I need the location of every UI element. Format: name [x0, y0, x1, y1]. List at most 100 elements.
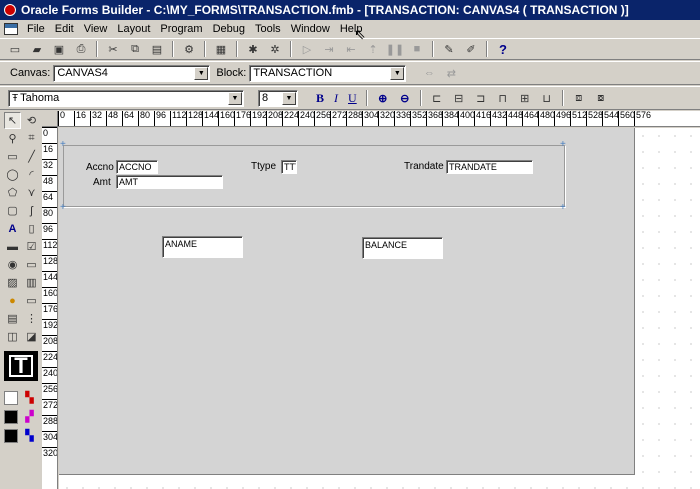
align-top-icon[interactable]: ⊓: [494, 90, 512, 106]
font-select[interactable]: Ŧ Tahoma ▼: [8, 89, 244, 107]
menu-edit[interactable]: Edit: [50, 23, 79, 35]
stacked-canvas-icon[interactable]: ◪: [23, 328, 40, 345]
save-icon[interactable]: ▣: [50, 41, 68, 57]
line-color-swatch[interactable]: [4, 410, 18, 424]
copy-icon[interactable]: ⧉: [126, 41, 144, 57]
group-icon[interactable]: ⧈: [570, 90, 588, 106]
reshape-icon[interactable]: ⌗: [23, 130, 40, 147]
ttype-field[interactable]: TTYPE: [281, 160, 297, 174]
align-right-icon[interactable]: ⊐: [472, 90, 490, 106]
toolbar-separator: [365, 90, 368, 106]
stop-icon[interactable]: ■: [408, 41, 426, 57]
bold-button[interactable]: B: [316, 91, 324, 106]
align-bottom-icon[interactable]: ⊔: [538, 90, 556, 106]
line-color-icon[interactable]: ▞: [21, 408, 38, 425]
document-window-icon[interactable]: [4, 23, 18, 35]
cut-icon[interactable]: ✂: [104, 41, 122, 57]
balance-field[interactable]: BALANCE: [362, 237, 443, 259]
rotate-icon[interactable]: ⟲: [23, 112, 40, 129]
menu-view[interactable]: View: [79, 23, 113, 35]
frame-handle[interactable]: +: [60, 203, 66, 213]
font-size-select[interactable]: 8 ▼: [258, 89, 298, 107]
checkbox-icon[interactable]: ☑: [23, 238, 40, 255]
step-over-icon[interactable]: ⇤: [342, 41, 360, 57]
button-icon[interactable]: ▬: [4, 238, 21, 255]
text-label-icon[interactable]: A: [4, 220, 21, 237]
amt-field[interactable]: AMT: [116, 175, 223, 189]
block-select[interactable]: TRANSACTION ▼: [249, 64, 407, 82]
compile-icon[interactable]: ⚙: [180, 41, 198, 57]
sync-block-icon[interactable]: ⇄: [442, 65, 460, 81]
frame-handle[interactable]: +: [560, 140, 566, 150]
display-item-icon[interactable]: ▭: [23, 292, 40, 309]
radio-button-icon[interactable]: ◉: [4, 256, 21, 273]
ruler-tick-label: 144: [42, 271, 57, 287]
sync-icon[interactable]: ⇔: [420, 65, 438, 81]
ruler-corner: [42, 111, 58, 127]
ungroup-icon[interactable]: ⧇: [592, 90, 610, 106]
step-out-icon[interactable]: ⇡: [364, 41, 382, 57]
menu-debug[interactable]: Debug: [208, 23, 250, 35]
wizard-icon[interactable]: ✎: [440, 41, 458, 57]
align-left-icon[interactable]: ⊏: [428, 90, 446, 106]
step-into-icon[interactable]: ⇥: [320, 41, 338, 57]
polygon-icon[interactable]: ⬠: [4, 184, 21, 201]
zoom-in-icon[interactable]: ⊕: [374, 90, 392, 106]
print-icon[interactable]: ⎙: [72, 41, 90, 57]
layout-editor[interactable]: + + + + Accno ACCNO Amt AMT Ttype TTYPE …: [59, 128, 700, 489]
run-icon[interactable]: ✱: [244, 41, 262, 57]
debug-icon[interactable]: ✲: [266, 41, 284, 57]
text-tool-icon[interactable]: T: [4, 351, 38, 381]
rounded-rectangle-icon[interactable]: ▢: [4, 202, 21, 219]
menu-program[interactable]: Program: [155, 23, 207, 35]
frame-handle[interactable]: +: [60, 140, 66, 150]
ellipse-icon[interactable]: ◯: [4, 166, 21, 183]
menu-layout[interactable]: Layout: [112, 23, 155, 35]
activex-control-icon[interactable]: ●: [4, 292, 21, 309]
align-middle-icon[interactable]: ⊞: [516, 90, 534, 106]
polyline-icon[interactable]: ⋎: [23, 184, 40, 201]
image-item-icon[interactable]: ▨: [4, 274, 21, 291]
chevron-down-icon[interactable]: ▼: [282, 91, 296, 105]
canvas4[interactable]: + + + + Accno ACCNO Amt AMT Ttype TTYPE …: [59, 128, 635, 475]
run-form-icon[interactable]: ▦: [212, 41, 230, 57]
zoom-out-icon[interactable]: ⊖: [396, 90, 414, 106]
freehand-icon[interactable]: ʃ: [23, 202, 40, 219]
help-icon[interactable]: ?: [494, 41, 512, 57]
canvas-select[interactable]: CANVAS4 ▼: [53, 64, 211, 82]
trandate-field[interactable]: TRANDATE: [446, 160, 533, 174]
list-item-icon[interactable]: ▤: [4, 310, 21, 327]
menu-tools[interactable]: Tools: [250, 23, 286, 35]
pause-icon[interactable]: ❚❚: [386, 41, 404, 57]
tree-item-icon[interactable]: ⋮: [23, 310, 40, 327]
select-arrow-icon[interactable]: ↖: [4, 112, 21, 129]
accno-field[interactable]: ACCNO: [116, 160, 158, 174]
new-file-icon[interactable]: ▭: [6, 41, 24, 57]
line-icon[interactable]: ╱: [23, 148, 40, 165]
fill-color-swatch[interactable]: [4, 391, 18, 405]
text-item-icon[interactable]: ▭: [23, 256, 40, 273]
frame-handle[interactable]: +: [560, 203, 566, 213]
italic-button[interactable]: I: [334, 91, 338, 106]
layout-wizard-icon[interactable]: ✐: [462, 41, 480, 57]
arc-icon[interactable]: ◜: [23, 166, 40, 183]
paste-icon[interactable]: ▤: [148, 41, 166, 57]
chevron-down-icon[interactable]: ▼: [228, 91, 242, 105]
text-color-icon[interactable]: ▚: [21, 427, 38, 444]
magnify-icon[interactable]: ⚲: [4, 130, 21, 147]
chevron-down-icon[interactable]: ▼: [194, 66, 209, 80]
underline-button[interactable]: U: [348, 91, 357, 106]
rectangle-icon[interactable]: ▭: [4, 148, 21, 165]
menu-file[interactable]: File: [22, 23, 50, 35]
align-center-icon[interactable]: ⊟: [450, 90, 468, 106]
frame-icon[interactable]: ▯: [23, 220, 40, 237]
aname-field[interactable]: ANAME: [162, 236, 243, 258]
menu-window[interactable]: Window: [286, 23, 335, 35]
text-color-swatch[interactable]: [4, 429, 18, 443]
open-folder-icon[interactable]: ▰: [28, 41, 46, 57]
go-icon[interactable]: ▷: [298, 41, 316, 57]
tab-canvas-icon[interactable]: ◫: [4, 328, 21, 345]
chart-item-icon[interactable]: ▥: [23, 274, 40, 291]
chevron-down-icon[interactable]: ▼: [390, 66, 405, 80]
fill-color-icon[interactable]: ▚: [21, 389, 38, 406]
